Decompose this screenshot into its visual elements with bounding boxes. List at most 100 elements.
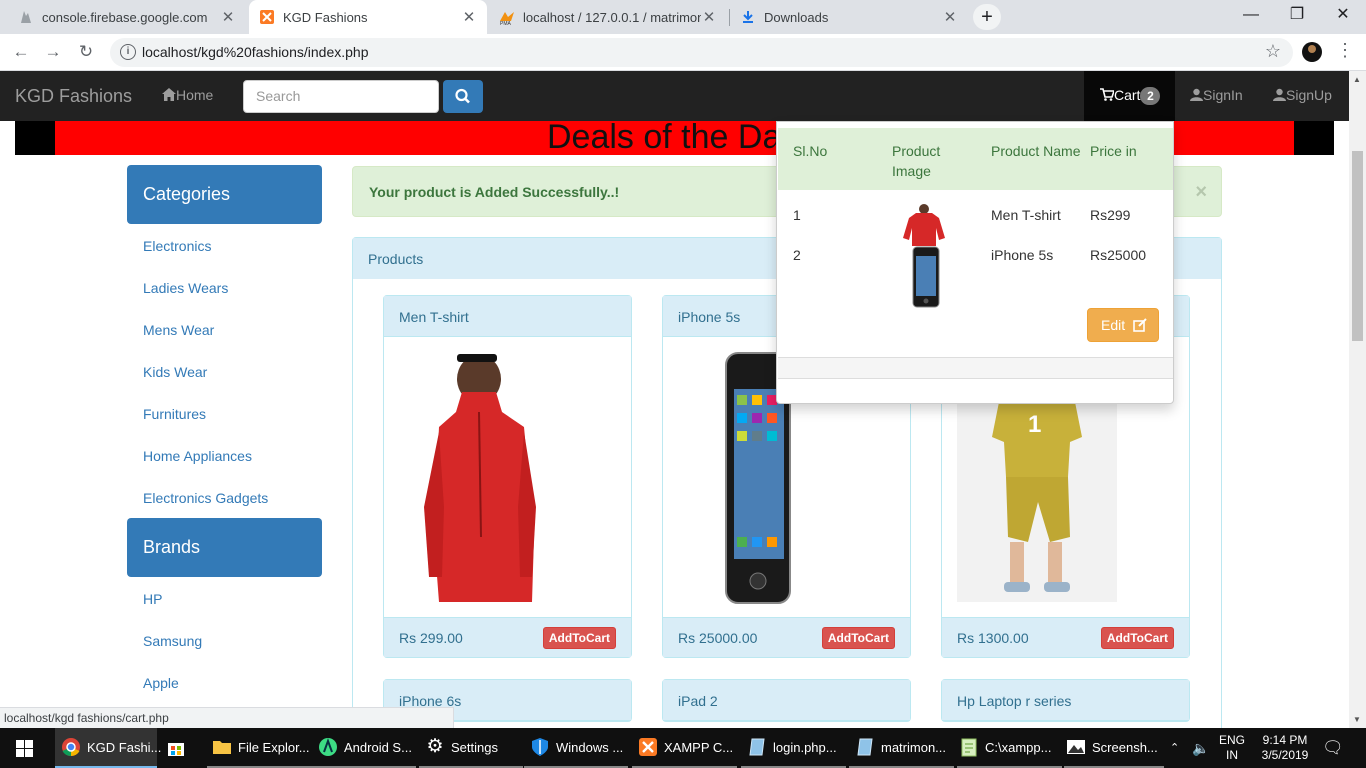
- bookmark-star-icon[interactable]: ☆: [1265, 41, 1281, 62]
- user-icon: [1190, 88, 1203, 101]
- tab-downloads[interactable]: Downloads ✕: [730, 0, 968, 34]
- nav-signup[interactable]: SignUp: [1273, 87, 1332, 103]
- header-product-image: Product Image: [892, 143, 941, 179]
- search-button[interactable]: [443, 80, 483, 113]
- nav-home[interactable]: Home: [162, 87, 213, 103]
- cart-dropdown-footer: [778, 357, 1173, 379]
- notifications-icon[interactable]: 🗨: [1322, 728, 1344, 768]
- taskbar-item-settings[interactable]: ⚙ Settings: [419, 728, 523, 768]
- close-window-button[interactable]: ✕: [1320, 0, 1366, 32]
- category-link-electronics[interactable]: Electronics: [143, 238, 211, 254]
- profile-avatar[interactable]: [1302, 42, 1322, 62]
- add-to-cart-button[interactable]: AddToCart: [821, 627, 895, 649]
- menu-icon[interactable]: ⋮: [1336, 40, 1354, 61]
- tab-firebase[interactable]: console.firebase.google.com ✕: [8, 0, 246, 34]
- address-bar[interactable]: i localhost/kgd%20fashions/index.php ☆: [110, 38, 1293, 67]
- start-button[interactable]: [0, 728, 48, 768]
- page-viewport: KGD Fashions Home Search Cart 2 SignIn Si…: [0, 71, 1349, 728]
- taskbar-item-windows-security[interactable]: Windows ...: [524, 728, 628, 768]
- nav-cart[interactable]: Cart 2: [1084, 71, 1175, 121]
- cart-row-slno: 1: [793, 207, 801, 223]
- taskbar-label: Settings: [451, 739, 498, 755]
- cart-row-price: Rs25000: [1090, 247, 1147, 263]
- maximize-button[interactable]: ❐: [1274, 0, 1320, 32]
- taskbar-item-matrimony[interactable]: matrimon...: [849, 728, 954, 768]
- tab-kgd-fashions[interactable]: KGD Fashions ✕: [249, 0, 487, 34]
- region-code: IN: [1226, 748, 1238, 762]
- close-icon[interactable]: ✕: [942, 8, 958, 26]
- nav-signin[interactable]: SignIn: [1190, 87, 1243, 103]
- cart-row-name: Men T-shirt: [991, 207, 1061, 223]
- taskbar-label: Android S...: [344, 739, 412, 755]
- header-slno: Sl.No: [793, 143, 828, 159]
- product-price: Rs 1300.00: [957, 630, 1029, 646]
- product-image-men-tshirt[interactable]: [384, 337, 631, 617]
- close-icon[interactable]: ✕: [701, 8, 717, 26]
- info-icon[interactable]: i: [120, 44, 136, 60]
- product-card-ipad-2: iPad 2: [662, 679, 911, 722]
- taskbar-label: matrimon...: [881, 739, 947, 755]
- product-footer: Rs 25000.00 AddToCart: [663, 617, 910, 657]
- red-tshirt-image: [424, 354, 536, 602]
- product-name[interactable]: Men T-shirt: [384, 296, 631, 337]
- category-link-home-appliances[interactable]: Home Appliances: [143, 448, 252, 464]
- taskbar-label: Screensh...: [1092, 739, 1158, 755]
- language-indicator[interactable]: ENG IN: [1219, 733, 1245, 765]
- alert-close-button[interactable]: ×: [1195, 181, 1207, 204]
- photos-icon: [1067, 740, 1085, 754]
- taskbar-item-xampp[interactable]: XAMPP C...: [632, 728, 737, 768]
- product-name[interactable]: iPad 2: [663, 680, 910, 721]
- category-link-ladies-wears[interactable]: Ladies Wears: [143, 280, 228, 296]
- language-code: ENG: [1219, 733, 1246, 747]
- product-name[interactable]: Hp Laptop r series: [942, 680, 1189, 721]
- clock[interactable]: 9:14 PM 3/5/2019: [1254, 733, 1316, 765]
- product-card-men-tshirt: Men T-shirt Rs 299.00 AddToCart: [383, 295, 632, 658]
- page-scrollbar[interactable]: ▲ ▼: [1349, 71, 1366, 728]
- nav-signin-label: SignIn: [1203, 87, 1243, 103]
- minimize-button[interactable]: —: [1228, 0, 1274, 32]
- brand-link-apple[interactable]: Apple: [143, 675, 179, 691]
- tab-title: localhost / 127.0.0.1 / matrimony: [523, 9, 701, 25]
- forward-button[interactable]: →: [41, 40, 65, 64]
- nav-signup-label: SignUp: [1286, 87, 1332, 103]
- clock-time: 9:14 PM: [1262, 733, 1308, 747]
- taskbar-item-android-studio[interactable]: Android S...: [312, 728, 416, 768]
- edit-cart-button[interactable]: Edit: [1087, 308, 1159, 342]
- tab-title: console.firebase.google.com: [42, 9, 208, 25]
- product-footer: Rs 299.00 AddToCart: [384, 617, 631, 657]
- back-button[interactable]: ←: [9, 40, 33, 64]
- url-text[interactable]: localhost/kgd%20fashions/index.php: [142, 44, 369, 60]
- brand-link-samsung[interactable]: Samsung: [143, 633, 202, 649]
- add-to-cart-button[interactable]: AddToCart: [542, 627, 616, 649]
- cart-row-price: Rs299: [1090, 207, 1131, 223]
- xampp-icon: [639, 738, 657, 756]
- category-link-electronics-gadgets[interactable]: Electronics Gadgets: [143, 490, 268, 506]
- reload-button[interactable]: ↻: [74, 40, 98, 64]
- close-icon[interactable]: ✕: [220, 8, 236, 26]
- taskbar-label: Windows ...: [556, 739, 624, 755]
- category-link-mens-wear[interactable]: Mens Wear: [143, 322, 214, 338]
- category-link-furnitures[interactable]: Furnitures: [143, 406, 206, 422]
- close-icon[interactable]: ✕: [461, 8, 477, 26]
- add-to-cart-button[interactable]: AddToCart: [1100, 627, 1174, 649]
- scroll-down-arrow-icon[interactable]: ▼: [1353, 715, 1361, 724]
- new-tab-button[interactable]: +: [973, 4, 1001, 30]
- taskbar-item-chrome[interactable]: KGD Fashi...: [55, 728, 161, 768]
- brand-link[interactable]: KGD Fashions: [15, 86, 132, 107]
- taskbar-item-login-php[interactable]: login.php...: [741, 728, 846, 768]
- clock-date: 3/5/2019: [1261, 748, 1309, 762]
- taskbar-item-file-explorer[interactable]: File Explor...: [207, 728, 312, 768]
- tab-phpmyadmin[interactable]: PMA localhost / 127.0.0.1 / matrimony ✕: [489, 0, 727, 34]
- brand-link-hp[interactable]: HP: [143, 591, 162, 607]
- taskbar-item-store[interactable]: [166, 728, 192, 768]
- category-link-kids-wear[interactable]: Kids Wear: [143, 364, 207, 380]
- home-icon: [162, 88, 176, 101]
- scroll-up-arrow-icon[interactable]: ▲: [1353, 75, 1361, 84]
- taskbar-item-screenshot[interactable]: Screensh...: [1064, 728, 1164, 768]
- volume-icon[interactable]: 🔈: [1192, 728, 1212, 768]
- cart-icon: [1100, 88, 1116, 101]
- search-input[interactable]: Search: [243, 80, 439, 113]
- taskbar-item-notepad-plus[interactable]: C:\xampp...: [957, 728, 1062, 768]
- tray-expand-icon[interactable]: ⌃: [1170, 728, 1184, 768]
- scrollbar-thumb[interactable]: [1352, 151, 1363, 341]
